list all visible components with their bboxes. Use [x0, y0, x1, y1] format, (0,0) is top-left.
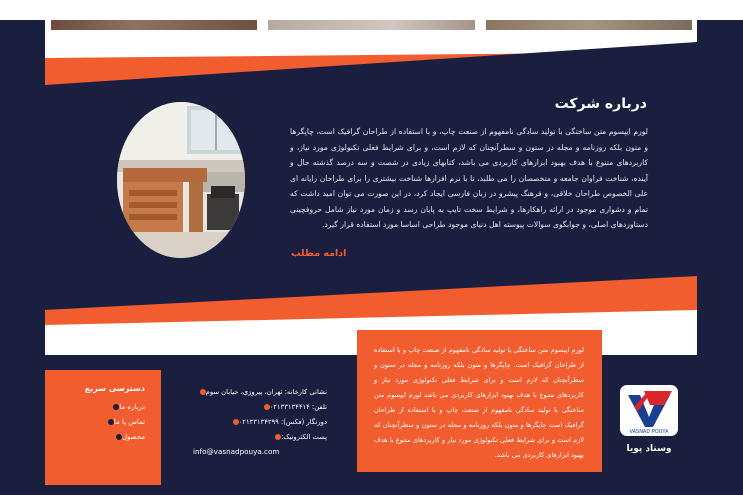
- contact-address-text: نشانی کارخانه: تهران، پیروزی، خیابان سوم: [205, 388, 327, 396]
- quick-link-contact[interactable]: تماس با ما: [67, 418, 145, 426]
- contact-email-label: پست الکترونیک:: [175, 433, 327, 441]
- company-name: وسناد پویا: [626, 444, 672, 454]
- footer-description-text: لورم ایپسوم متن ساختگی با تولید سادگی نا…: [374, 346, 584, 459]
- top-bar: [0, 0, 743, 20]
- office-photo: [117, 102, 245, 258]
- logo-wordmark: VASNAD POUYA: [630, 429, 670, 435]
- quick-link-about[interactable]: درباره ما: [67, 403, 145, 411]
- contact-address: نشانی کارخانه: تهران، پیروزی، خیابان سوم: [175, 388, 327, 396]
- quick-access-title: دسترسی سریع: [84, 384, 145, 393]
- footer-description-box: لورم ایپسوم متن ساختگی با تولید سادگی نا…: [357, 330, 602, 472]
- contact-phone-text: تلفن: ۰۲۱۳۳۱۳۴۴۱۴: [269, 403, 327, 411]
- about-paragraph: لورم ایپسوم متن ساختگی با تولید سادگی نا…: [290, 127, 648, 229]
- quick-link-products[interactable]: محصول: [67, 433, 145, 441]
- read-more-link[interactable]: ادامه مطلب: [291, 248, 411, 259]
- company-logo[interactable]: VASNAD POUYA: [620, 385, 678, 436]
- quick-access-panel: دسترسی سریع: [45, 370, 161, 485]
- contact-email-label-text: پست الکترونیک:: [281, 433, 327, 441]
- quick-link-label: محصول: [121, 433, 145, 441]
- quick-link-label: درباره ما: [119, 403, 145, 411]
- logo-mark-icon: VASNAD POUYA: [628, 391, 672, 435]
- contact-fax-text: دورنگار (فکس): ۰۲۱۳۳۱۳۴۲۹۹: [238, 418, 327, 426]
- about-title: درباره شرکت: [554, 96, 647, 112]
- contact-email-link[interactable]: info@vasnadpouya.com: [193, 447, 279, 456]
- contact-phone: تلفن: ۰۲۱۳۳۱۳۴۴۱۴: [175, 403, 327, 411]
- contact-fax: دورنگار (فکس): ۰۲۱۳۳۱۳۴۲۹۹: [175, 418, 327, 426]
- page-content: درباره شرکت لورم ایپسوم متن ساختگی با تو…: [45, 20, 697, 495]
- quick-link-label: تماس با ما: [113, 418, 145, 426]
